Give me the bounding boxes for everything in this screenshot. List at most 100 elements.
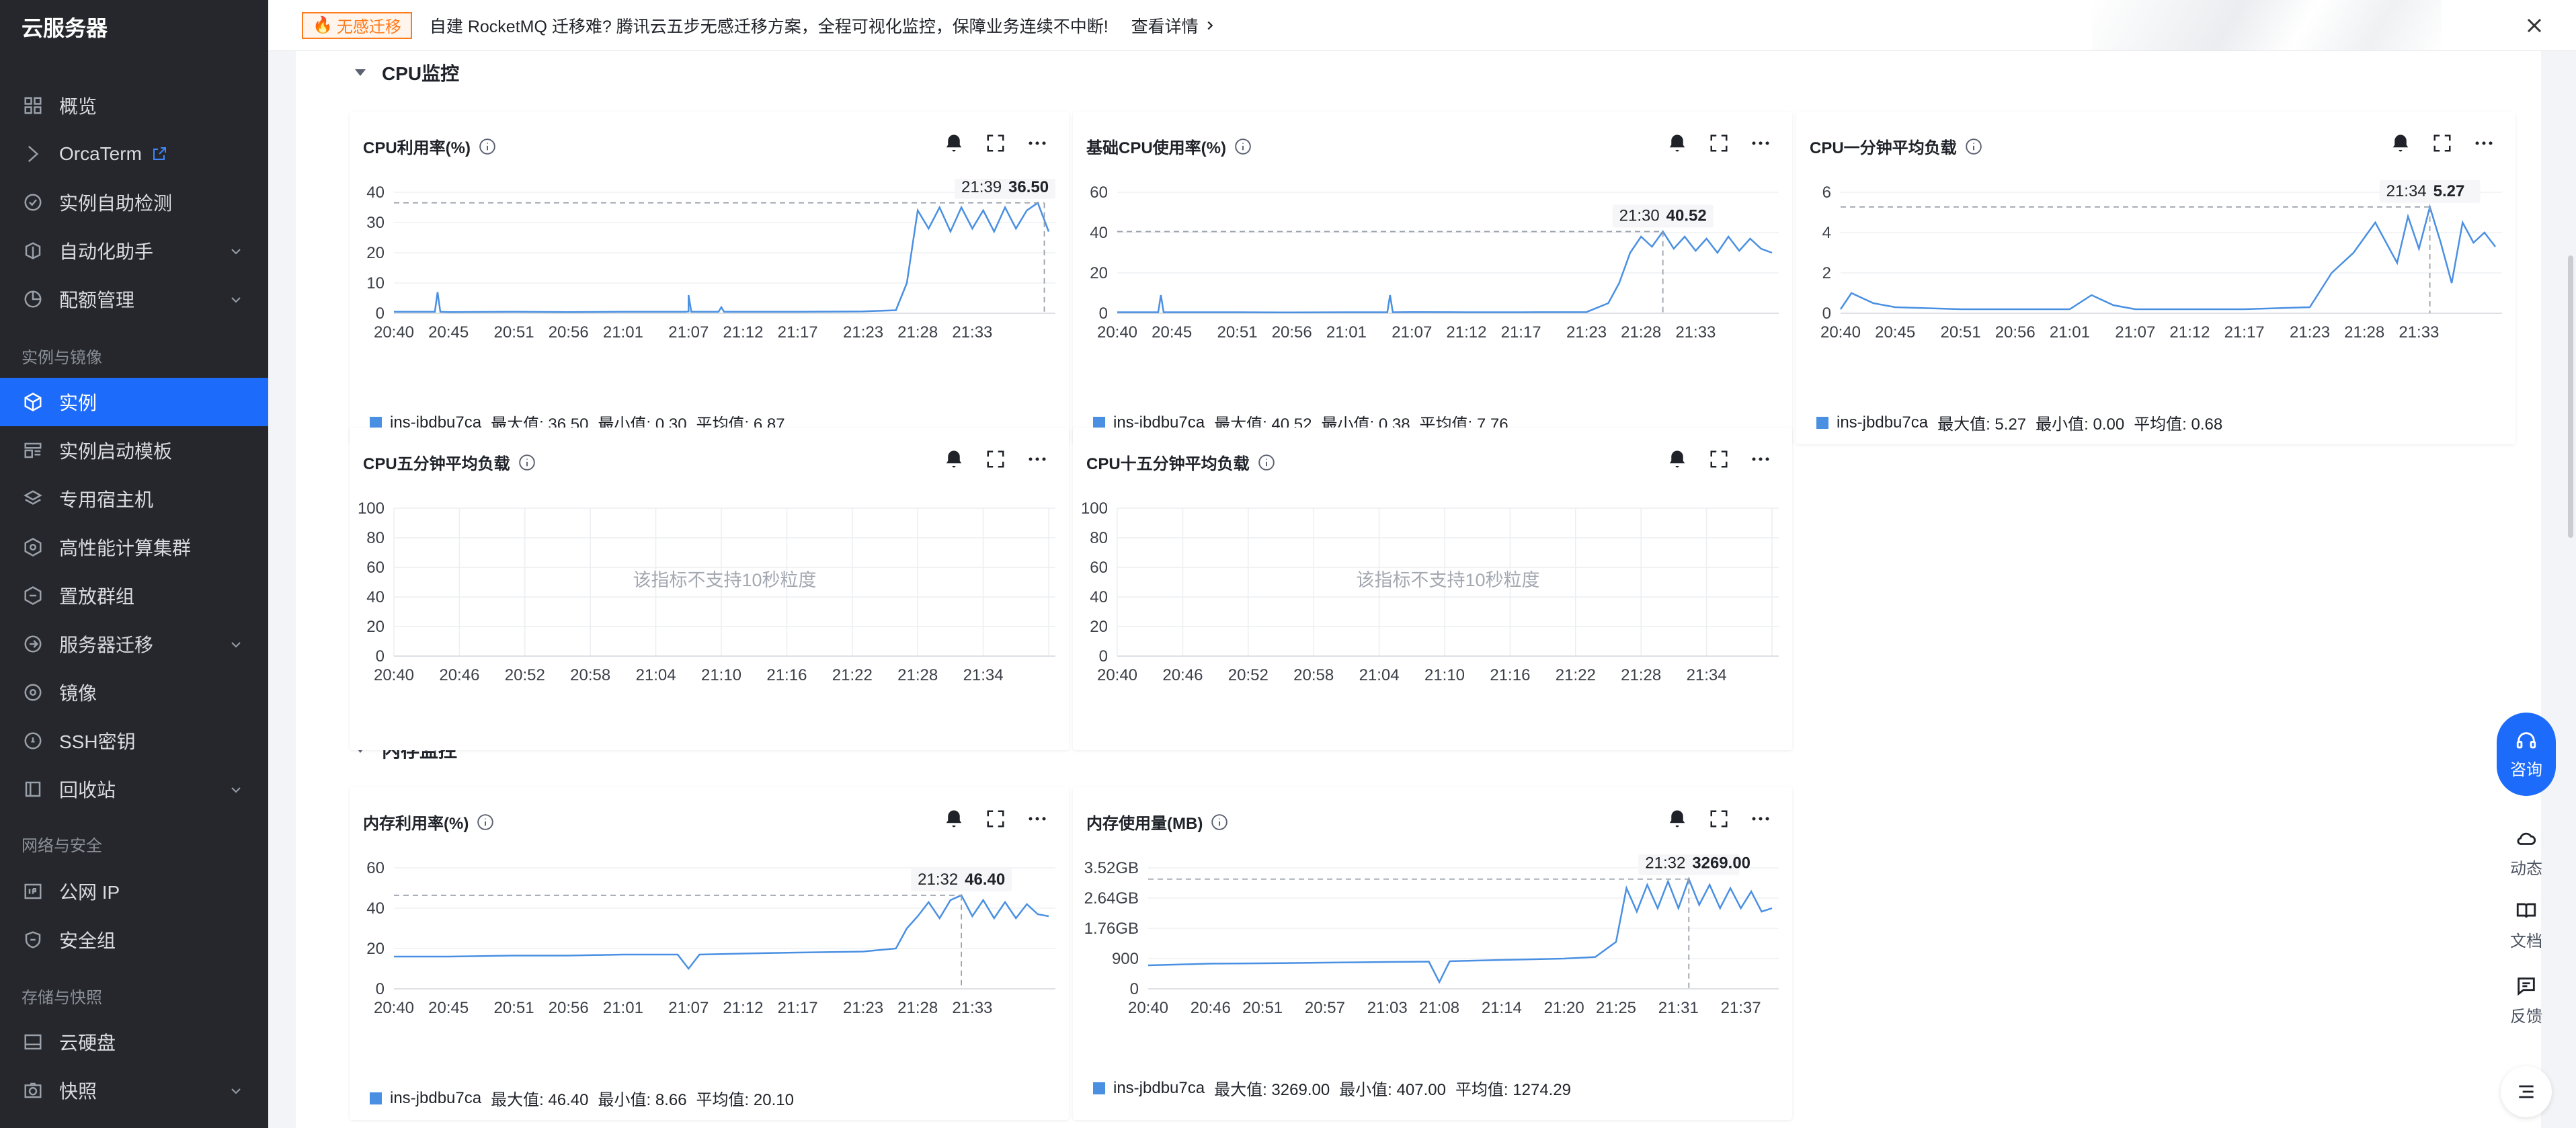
more-icon[interactable] (1026, 807, 1049, 830)
feedback-button[interactable]: 反馈 (2498, 975, 2554, 1026)
more-icon[interactable] (1026, 448, 1049, 471)
fullscreen-icon[interactable] (2431, 132, 2454, 155)
legend-swatch (1816, 416, 1828, 429)
consult-button[interactable]: 咨询 (2497, 713, 2556, 796)
bell-icon[interactable] (1666, 807, 1689, 830)
info-icon[interactable] (1234, 138, 1252, 155)
news-label: 动态 (2510, 860, 2542, 878)
sidebar-item-dedicated-host[interactable]: 专用宿主机 (0, 475, 268, 523)
sidebar-item-label: 安全组 (59, 930, 116, 951)
more-icon[interactable] (1026, 132, 1049, 155)
x-tick-label: 21:16 (1490, 666, 1530, 683)
menu-list-button[interactable] (2501, 1066, 2552, 1117)
template-icon (22, 439, 44, 462)
sidebar-item-launch-template[interactable]: 实例启动模板 (0, 426, 268, 475)
fullscreen-icon[interactable] (1707, 807, 1730, 830)
y-tick-label: 60 (1090, 559, 1108, 577)
chart-tools (2389, 132, 2495, 155)
shield-icon (22, 928, 44, 951)
tooltip-value: 40.52 (1666, 206, 1707, 225)
info-icon[interactable] (477, 813, 494, 831)
sidebar-item-self-check[interactable]: 实例自助检测 (0, 178, 268, 227)
legend-avg: 平均值: 0.68 (2134, 415, 2223, 434)
news-button[interactable]: 动态 (2498, 827, 2554, 879)
x-tick-label: 21:01 (1326, 323, 1367, 341)
book-icon (2515, 899, 2538, 922)
sidebar-item-server-migration[interactable]: 服务器迁移 (0, 620, 268, 668)
legend-min: 最小值: 8.66 (598, 1091, 687, 1109)
empty-message: 该指标不支持10秒粒度 (1356, 570, 1539, 590)
bell-icon[interactable] (942, 448, 965, 471)
more-icon[interactable] (1749, 807, 1772, 830)
more-icon[interactable] (2472, 132, 2495, 155)
bell-icon[interactable] (942, 132, 965, 155)
x-tick-label: 21:03 (1367, 999, 1408, 1017)
sidebar-item-placement-group[interactable]: 置放群组 (0, 571, 268, 620)
sidebar-item-recycle-bin[interactable]: 回收站 (0, 765, 268, 813)
x-tick-label: 21:16 (766, 666, 807, 683)
sidebar-item-image[interactable]: 镜像 (0, 668, 268, 717)
consult-label: 咨询 (2510, 760, 2542, 779)
x-tick-label: 20:57 (1305, 999, 1345, 1017)
page-scrollbar[interactable] (2568, 255, 2573, 538)
x-tick-label: 21:12 (723, 999, 763, 1017)
sidebar-item-orcaterm[interactable]: OrcaTerm (0, 130, 268, 178)
chart-tools (1666, 448, 1772, 471)
sidebar-item-ssh-key[interactable]: SSH密钥 (0, 717, 268, 765)
sidebar-item-label: 云硬盘 (59, 1033, 116, 1053)
more-icon[interactable] (1749, 132, 1772, 155)
sidebar-item-label: 实例 (59, 393, 97, 413)
bell-icon[interactable] (942, 807, 965, 830)
x-tick-label: 21:17 (778, 999, 818, 1017)
tooltip-value: 5.27 (2433, 182, 2465, 200)
y-tick-label: 60 (366, 859, 385, 877)
info-icon[interactable] (1965, 138, 1982, 155)
sidebar: 云服务器 概览 OrcaTerm 实例自助检测 自动化助手 配额管理 实例与镜像… (0, 0, 268, 1128)
chart-card-title: 内存利用率(%) (363, 810, 494, 834)
image-icon (22, 681, 44, 704)
fullscreen-icon[interactable] (984, 448, 1007, 471)
info-icon[interactable] (479, 138, 496, 155)
sidebar-item-automation[interactable]: 自动化助手 (0, 227, 268, 275)
x-tick-label: 20:51 (1941, 323, 1981, 341)
close-icon[interactable] (2522, 13, 2546, 38)
info-icon[interactable] (1211, 813, 1228, 831)
fullscreen-icon[interactable] (1707, 132, 1730, 155)
bell-icon[interactable] (1666, 132, 1689, 155)
sidebar-item-quota[interactable]: 配额管理 (0, 275, 268, 323)
x-tick-label: 21:04 (636, 666, 676, 683)
sidebar-item-hpc-cluster[interactable]: 高性能计算集群 (0, 523, 268, 571)
x-tick-label: 21:28 (897, 323, 938, 341)
docs-button[interactable]: 文档 (2498, 899, 2554, 951)
x-tick-label: 21:20 (1544, 999, 1584, 1017)
banner-link-label: 查看详情 (1131, 17, 1199, 36)
legend-max: 最大值: 5.27 (1937, 415, 2027, 434)
sidebar-item-cloud-disk[interactable]: 云硬盘 (0, 1018, 268, 1066)
x-tick-label: 20:40 (374, 666, 414, 683)
more-icon[interactable] (1749, 448, 1772, 471)
x-tick-label: 21:12 (2169, 323, 2210, 341)
info-icon[interactable] (1258, 454, 1275, 471)
info-icon[interactable] (518, 454, 536, 471)
banner-details-link[interactable]: 查看详情 (1131, 13, 1217, 38)
chart-legend[interactable]: ins-jbdbu7ca 最大值: 3269.00 最小值: 407.00 平均值: … (1093, 1076, 1580, 1100)
sidebar-item-instance[interactable]: 实例 (0, 378, 268, 426)
x-tick-label: 21:10 (701, 666, 741, 683)
fullscreen-icon[interactable] (1707, 448, 1730, 471)
chart-legend[interactable]: ins-jbdbu7ca 最大值: 46.40 最小值: 8.66 平均值: 20.1… (370, 1086, 803, 1110)
x-tick-label: 21:08 (1419, 999, 1459, 1017)
bell-icon[interactable] (2389, 132, 2412, 155)
sidebar-item-security-group[interactable]: 安全组 (0, 916, 268, 964)
sidebar-item-public-ip[interactable]: 公网 IP (0, 867, 268, 916)
section-cpu[interactable]: CPU监控 (355, 59, 459, 86)
flame-icon: 🔥 (313, 16, 333, 34)
y-tick-label: 60 (1090, 184, 1108, 202)
sidebar-item-overview[interactable]: 概览 (0, 81, 268, 130)
fullscreen-icon[interactable] (984, 132, 1007, 155)
y-tick-label: 40 (366, 588, 385, 606)
chart-legend[interactable]: ins-jbdbu7ca 最大值: 5.27 最小值: 0.00 平均值: 0.68 (1816, 411, 2232, 434)
bell-icon[interactable] (1666, 448, 1689, 471)
fullscreen-icon[interactable] (984, 807, 1007, 830)
tooltip-value: 36.50 (1008, 179, 1049, 196)
sidebar-item-snapshot[interactable]: 快照 (0, 1066, 268, 1115)
